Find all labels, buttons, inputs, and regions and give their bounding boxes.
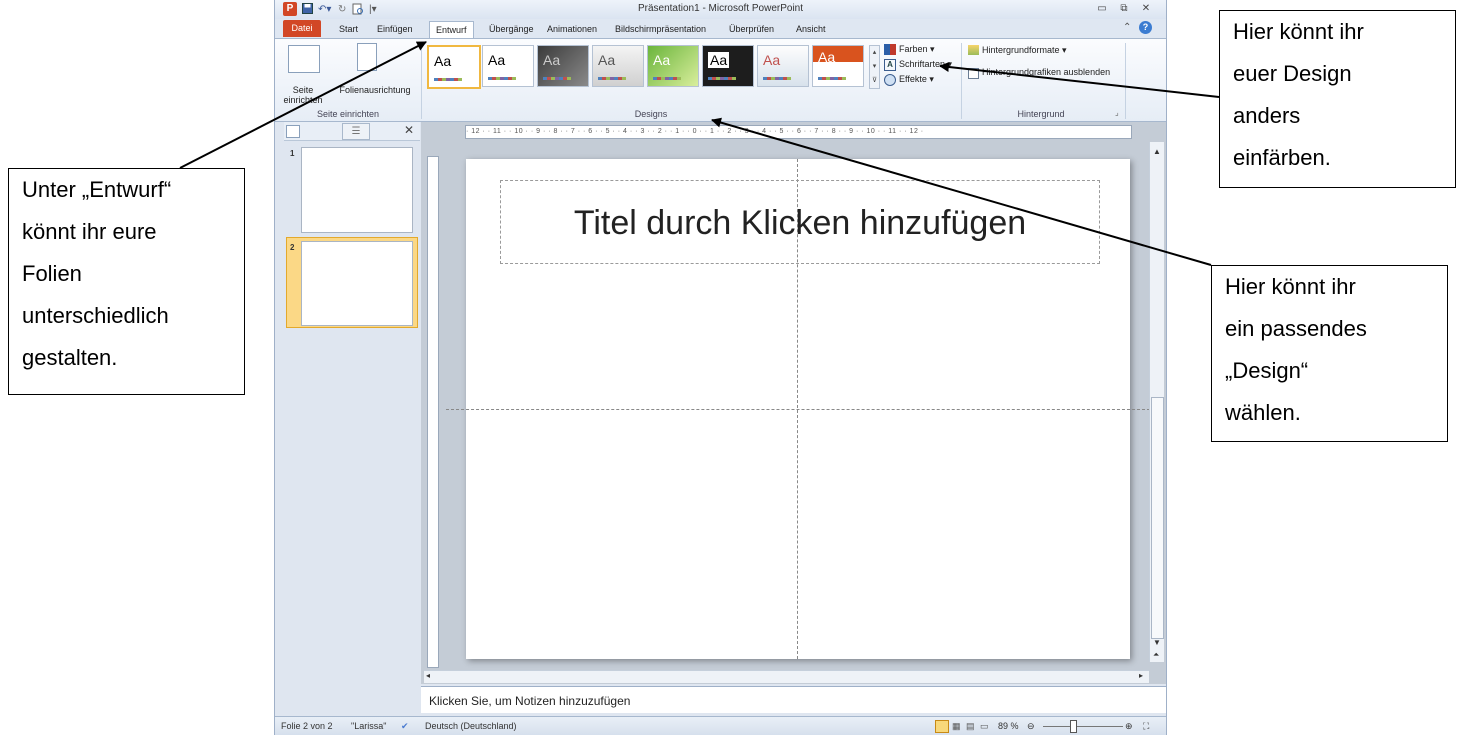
annotation-arrows	[179, 41, 1220, 266]
arrow-to-farben	[939, 62, 1220, 98]
arrow-to-entwurf-tab	[179, 41, 427, 169]
arrow-to-designs	[711, 117, 1212, 266]
